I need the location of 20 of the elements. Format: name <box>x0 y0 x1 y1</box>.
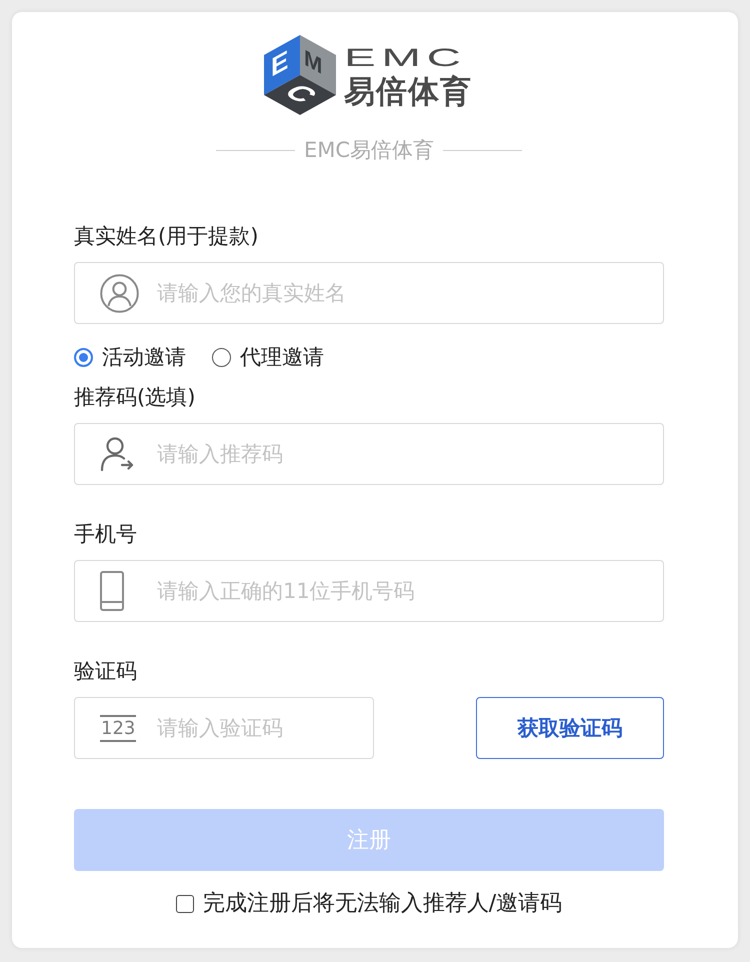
phone-input[interactable]: 请输入正确的11位手机号码 <box>74 560 664 622</box>
phone-icon <box>100 571 124 611</box>
field-label: 验证码 <box>74 659 138 683</box>
checkbox[interactable] <box>176 895 194 913</box>
user-circle-icon <box>100 274 139 312</box>
radio-label[interactable]: 代理邀请 <box>240 345 324 369</box>
get-code-button[interactable]: 获取验证码 <box>476 697 664 759</box>
name-input[interactable]: 请输入您的真实姓名 <box>74 262 664 324</box>
agreement-text[interactable]: 完成注册后将无法输入推荐人/邀请码 <box>202 892 562 916</box>
logo-wordmark: EMC <box>344 46 467 70</box>
field-label: 真实姓名(用于提款) <box>74 224 260 248</box>
brand-caption: EMC易倍体育 <box>304 138 434 162</box>
radio-label[interactable]: 活动邀请 <box>102 345 186 369</box>
referral-code-input[interactable]: 请输入推荐码 <box>74 423 664 485</box>
radio-button[interactable] <box>212 348 231 366</box>
field-label: 推荐码(选填) <box>74 385 196 409</box>
logo-name: 易倍体育 <box>344 74 472 110</box>
user-arrow-icon <box>100 437 134 471</box>
field-label: 手机号 <box>74 522 138 546</box>
radio-button[interactable] <box>74 348 93 366</box>
